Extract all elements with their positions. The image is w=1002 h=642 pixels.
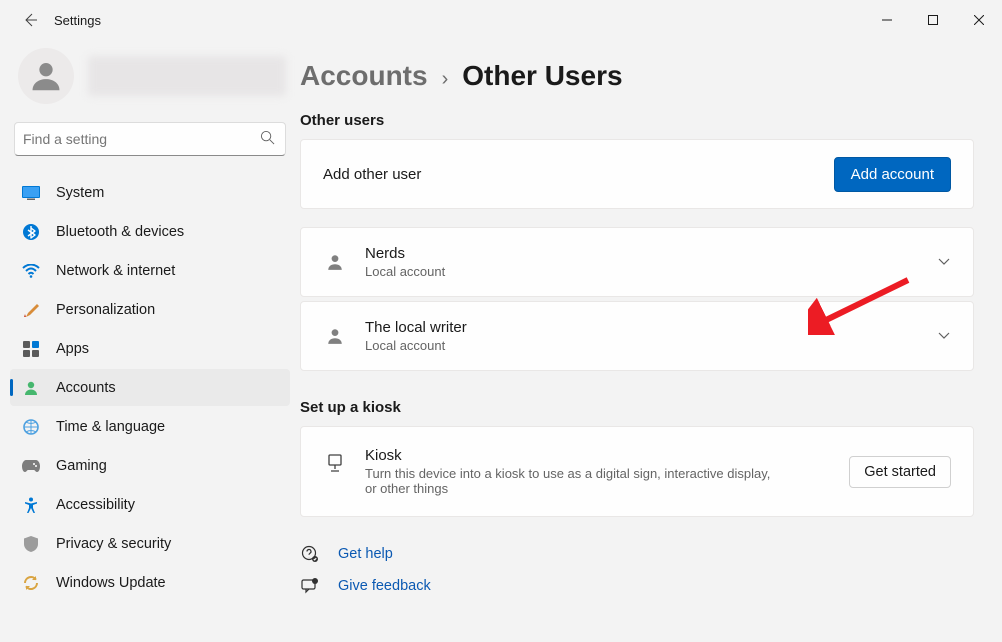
sidebar-item-privacy[interactable]: Privacy & security [10,525,290,562]
minimize-icon [882,15,892,25]
get-help-link[interactable]: Get help [338,546,393,562]
nav-label: Windows Update [56,575,166,591]
main-content: Accounts › Other Users Other users Add o… [300,40,1002,642]
shield-icon [22,535,40,553]
section-title-other-users: Other users [300,112,974,129]
maximize-icon [928,15,938,25]
breadcrumb-parent[interactable]: Accounts [300,60,428,92]
profile-name-redacted [88,56,286,96]
kiosk-title: Kiosk [365,447,831,464]
person-icon [27,57,65,95]
display-icon [22,184,40,202]
kiosk-card: Kiosk Turn this device into a kiosk to u… [300,426,974,517]
kiosk-description: Turn this device into a kiosk to use as … [365,466,775,496]
nav-label: Gaming [56,458,107,474]
window-controls [864,4,1002,36]
chevron-down-icon [937,328,951,345]
user-name: The local writer [365,319,919,336]
accessibility-icon [22,496,40,514]
titlebar: Settings [0,0,1002,40]
feedback-icon [300,577,320,595]
sidebar-item-time[interactable]: Time & language [10,408,290,445]
sidebar-item-accounts[interactable]: Accounts [10,369,290,406]
nav-label: Apps [56,341,89,357]
bluetooth-icon [22,223,40,241]
nav-label: System [56,185,104,201]
kiosk-icon [323,453,347,473]
sidebar-item-update[interactable]: Windows Update [10,564,290,601]
add-other-user-card: Add other user Add account [300,139,974,209]
user-row[interactable]: Nerds Local account [300,227,974,297]
sidebar-item-accessibility[interactable]: Accessibility [10,486,290,523]
breadcrumb: Accounts › Other Users [300,60,974,92]
sidebar-item-personalization[interactable]: Personalization [10,291,290,328]
search-icon [260,130,275,148]
person-icon [323,253,347,271]
maximize-button[interactable] [910,4,956,36]
refresh-icon [22,574,40,592]
section-title-kiosk: Set up a kiosk [300,399,974,416]
person-icon [22,379,40,397]
nav-label: Privacy & security [56,536,171,552]
chevron-down-icon [937,254,951,271]
nav-label: Personalization [56,302,155,318]
nav-label: Bluetooth & devices [56,224,184,240]
nav-list: System Bluetooth & devices Network & int… [10,174,290,601]
nav-label: Accounts [56,380,116,396]
sidebar-item-gaming[interactable]: Gaming [10,447,290,484]
nav-label: Accessibility [56,497,135,513]
sidebar-item-apps[interactable]: Apps [10,330,290,367]
close-button[interactable] [956,4,1002,36]
nav-label: Network & internet [56,263,175,279]
globe-clock-icon [22,418,40,436]
add-account-button[interactable]: Add account [834,157,951,192]
person-icon [323,327,347,345]
user-subtitle: Local account [365,264,919,279]
search-box[interactable] [14,122,286,156]
user-row[interactable]: The local writer Local account [300,301,974,371]
wifi-icon [22,262,40,280]
back-button[interactable] [18,8,42,32]
minimize-button[interactable] [864,4,910,36]
chevron-right-icon: › [442,68,449,91]
gamepad-icon [22,457,40,475]
get-started-button[interactable]: Get started [849,456,951,488]
breadcrumb-current: Other Users [462,60,622,92]
search-input[interactable] [23,131,260,147]
sidebar-item-system[interactable]: System [10,174,290,211]
avatar [18,48,74,104]
profile-block[interactable] [10,40,290,122]
window-title: Settings [54,13,101,28]
nav-label: Time & language [56,419,165,435]
brush-icon [22,301,40,319]
user-subtitle: Local account [365,338,919,353]
help-icon [300,545,320,563]
sidebar-item-network[interactable]: Network & internet [10,252,290,289]
sidebar: System Bluetooth & devices Network & int… [0,40,300,642]
footer-links: Get help Give feedback [300,545,974,595]
give-feedback-link[interactable]: Give feedback [338,578,431,594]
apps-icon [22,340,40,358]
add-other-user-label: Add other user [323,166,816,183]
user-name: Nerds [365,245,919,262]
sidebar-item-bluetooth[interactable]: Bluetooth & devices [10,213,290,250]
arrow-left-icon [22,12,38,28]
close-icon [974,15,984,25]
